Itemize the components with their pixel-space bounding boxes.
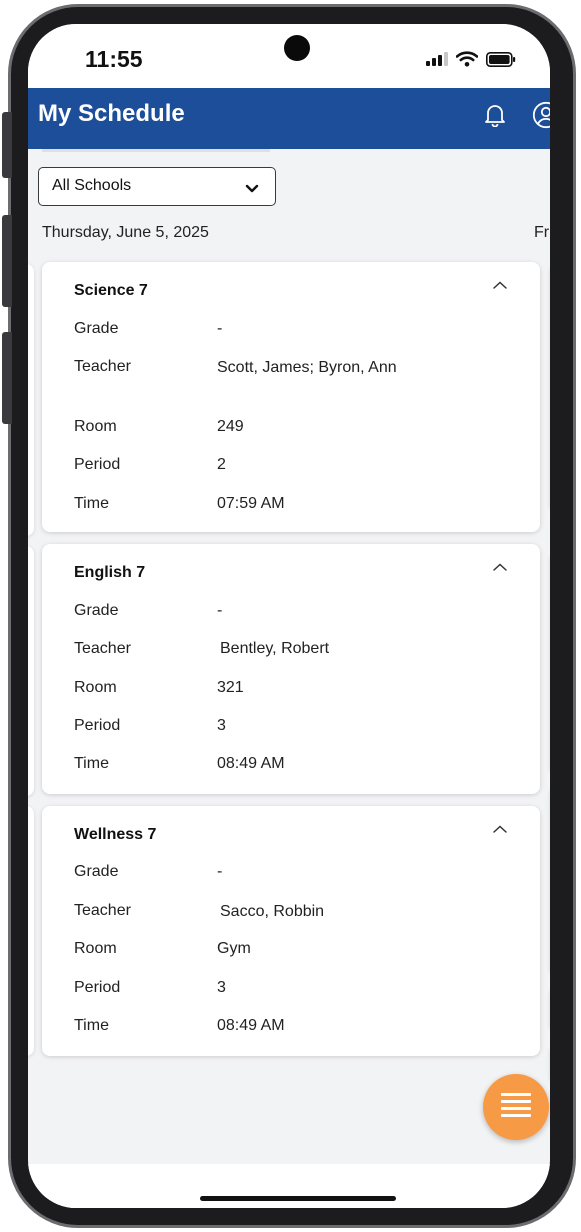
room-label: Room xyxy=(74,940,117,957)
chevron-down-icon xyxy=(245,181,259,199)
notifications-button[interactable] xyxy=(480,102,510,132)
period-label: Period xyxy=(74,456,121,473)
collapse-button[interactable] xyxy=(490,278,510,292)
room-value: Gym xyxy=(217,940,251,957)
volume-down-button xyxy=(2,332,12,424)
grade-value: - xyxy=(217,320,223,337)
action-button xyxy=(2,112,12,178)
time-label: Time xyxy=(74,1017,109,1034)
status-icons xyxy=(426,51,516,72)
period-value: 2 xyxy=(217,456,226,473)
period-label: Period xyxy=(74,979,121,996)
chevron-up-icon xyxy=(490,560,510,577)
grade-label: Grade xyxy=(74,320,119,337)
collapse-button[interactable] xyxy=(490,822,510,836)
class-card: English 7 Grade - Teacher Bentley, Rober… xyxy=(42,544,540,794)
class-name: Science 7 xyxy=(74,282,148,299)
menu-fab-button[interactable] xyxy=(483,1074,549,1140)
period-label: Period xyxy=(74,717,121,734)
school-filter-dropdown[interactable]: All Schools xyxy=(38,167,276,206)
prev-day-card xyxy=(28,546,34,796)
account-button[interactable] xyxy=(531,101,550,134)
grade-value: - xyxy=(217,602,223,619)
room-label: Room xyxy=(74,418,117,435)
class-name: English 7 xyxy=(74,564,146,581)
collapse-button[interactable] xyxy=(490,560,510,574)
grade-value: - xyxy=(217,863,223,880)
user-circle-icon xyxy=(532,101,550,134)
grade-label: Grade xyxy=(74,602,119,619)
school-filter-value: All Schools xyxy=(52,177,132,194)
status-bar: 11:55 xyxy=(28,24,550,88)
period-value: 3 xyxy=(217,979,226,996)
tab-indicator xyxy=(42,149,270,152)
teacher-value: Bentley, Robert xyxy=(220,640,330,657)
teacher-label: Teacher xyxy=(74,902,131,919)
teacher-value: Scott, James; Byron, Ann xyxy=(217,359,397,376)
teacher-label: Teacher xyxy=(74,640,131,657)
time-value: 08:49 AM xyxy=(217,1017,285,1034)
screen: 11:55 My Schedule All Schools Thursday, … xyxy=(28,24,550,1208)
front-camera xyxy=(284,35,310,61)
home-indicator[interactable] xyxy=(200,1196,396,1201)
status-time: 11:55 xyxy=(85,46,143,72)
room-label: Room xyxy=(74,679,117,696)
time-value: 08:49 AM xyxy=(217,755,285,772)
wifi-icon xyxy=(455,51,479,72)
bottom-bar xyxy=(28,1164,550,1208)
volume-up-button xyxy=(2,215,12,307)
next-day-date: Fr xyxy=(534,224,550,241)
bell-icon xyxy=(484,103,506,132)
time-label: Time xyxy=(74,495,109,512)
chevron-up-icon xyxy=(490,822,510,839)
chevron-up-icon xyxy=(490,278,510,295)
menu-icon xyxy=(501,1092,531,1123)
class-name: Wellness 7 xyxy=(74,826,157,843)
signal-icon xyxy=(426,52,448,71)
class-card: Wellness 7 Grade - Teacher Sacco, Robbin… xyxy=(42,806,540,1056)
prev-day-card xyxy=(28,806,34,1056)
time-label: Time xyxy=(74,755,109,772)
room-value: 321 xyxy=(217,679,244,696)
room-value: 249 xyxy=(217,418,244,435)
page-title: My Schedule xyxy=(38,100,185,127)
time-value: 07:59 AM xyxy=(217,495,285,512)
grade-label: Grade xyxy=(74,863,119,880)
teacher-label: Teacher xyxy=(74,358,131,375)
teacher-value: Sacco, Robbin xyxy=(220,903,325,920)
class-card: Science 7 Grade - Teacher Scott, James; … xyxy=(42,262,540,532)
day-date: Thursday, June 5, 2025 xyxy=(42,224,209,241)
app-header: My Schedule xyxy=(28,88,550,149)
prev-day-card xyxy=(28,264,34,536)
period-value: 3 xyxy=(217,717,226,734)
battery-icon xyxy=(486,51,516,72)
